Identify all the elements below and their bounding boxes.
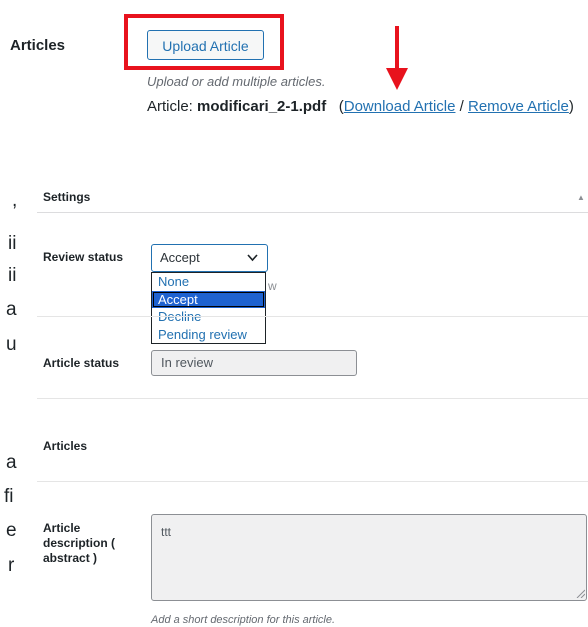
label-line: abstract )	[43, 551, 98, 565]
cropped-text-fragment: a	[6, 452, 17, 473]
article-description-hint: Add a short description for this article…	[151, 614, 336, 626]
article-file-line: Article: modificari_2-1.pdf (Download Ar…	[147, 98, 574, 115]
cropped-text-fragment: e	[6, 520, 17, 541]
cropped-text-fragment: ii	[8, 233, 17, 254]
remove-article-link[interactable]: Remove Article	[468, 98, 569, 115]
field-divider	[37, 398, 588, 399]
cropped-text-fragment: ii	[8, 265, 17, 286]
cropped-text-fragment: ,	[12, 190, 18, 211]
article-prefix: Article:	[147, 98, 198, 115]
settings-panel-title: Settings	[43, 190, 91, 204]
cropped-text-fragment: fi	[4, 486, 14, 507]
article-file-name: modificari_2-1.pdf	[197, 98, 327, 115]
panel-header-divider	[37, 212, 588, 213]
upload-article-button[interactable]: Upload Article	[147, 30, 264, 60]
cropped-text-fragment: u	[6, 334, 17, 355]
obscured-text: w	[268, 279, 277, 293]
field-divider	[37, 316, 588, 317]
review-status-dropdown-list: None Accept Decline Pending review	[151, 272, 266, 344]
download-article-link[interactable]: Download Article	[344, 98, 456, 115]
dropdown-option-none[interactable]: None	[152, 273, 265, 291]
articles-label: Articles	[10, 37, 66, 54]
articles-field-label: Articles	[43, 439, 88, 453]
link-separator: /	[455, 98, 468, 115]
dropdown-option-accept[interactable]: Accept	[152, 290, 265, 308]
article-status-field: In review	[151, 350, 357, 376]
review-status-select[interactable]: Accept	[151, 244, 268, 272]
resize-handle-icon[interactable]	[575, 588, 585, 598]
upload-hint: Upload or add multiple articles.	[147, 74, 326, 89]
triangle-up-icon[interactable]: ▲	[577, 193, 585, 202]
article-status-label: Article status	[43, 356, 120, 370]
close-paren: )	[568, 98, 574, 115]
article-description-label: Article description ( abstract )	[43, 521, 115, 566]
cropped-text-fragment: r	[8, 555, 15, 576]
dropdown-option-pending-review[interactable]: Pending review	[152, 326, 265, 344]
cropped-text-fragment: a	[6, 299, 17, 320]
label-line: description (	[43, 536, 116, 550]
red-arrow-annotation	[386, 26, 408, 90]
review-status-label: Review status	[43, 250, 124, 264]
review-status-selected-value: Accept	[160, 250, 200, 265]
label-line: Article	[43, 521, 81, 535]
field-divider	[37, 481, 588, 482]
article-description-textarea[interactable]: ttt	[151, 514, 587, 601]
